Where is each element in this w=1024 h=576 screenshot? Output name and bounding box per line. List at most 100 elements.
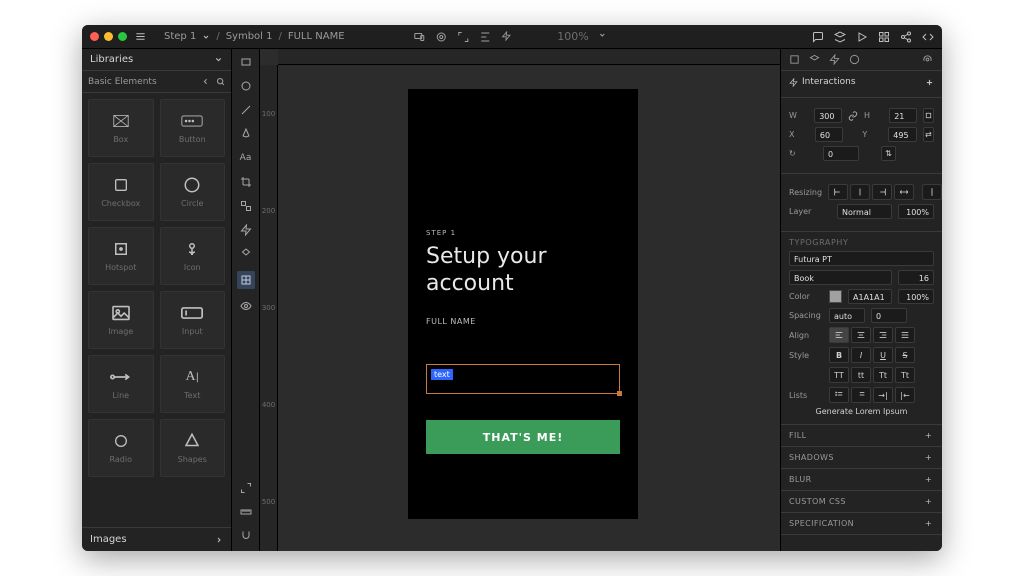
text-tool-icon[interactable]: Aa — [239, 151, 253, 165]
libraries-header[interactable]: Libraries — [82, 49, 231, 71]
line-tool-icon[interactable] — [239, 103, 253, 117]
breadcrumb-item-symbol[interactable]: Symbol 1 — [226, 31, 273, 42]
indent-icon[interactable]: →| — [873, 387, 893, 403]
uppercase-icon[interactable]: TT — [829, 367, 849, 383]
play-icon[interactable] — [856, 31, 868, 43]
animations-tab-icon[interactable] — [849, 54, 861, 66]
library-tile-checkbox[interactable]: Checkbox — [88, 163, 154, 221]
library-category-label[interactable]: Basic Elements — [88, 77, 157, 87]
breadcrumb-item-step[interactable]: Step 1 — [164, 31, 196, 42]
zoom-level[interactable]: 100% — [557, 30, 588, 43]
breadcrumb-item-element[interactable]: FULL NAME — [288, 31, 345, 42]
components-tool-icon[interactable] — [239, 247, 253, 261]
text-color-opacity[interactable]: 100% — [898, 289, 934, 304]
code-icon[interactable] — [922, 31, 934, 43]
bold-icon[interactable]: B — [829, 347, 849, 363]
artboard-selected-input[interactable]: text — [426, 364, 620, 394]
grid-icon[interactable] — [878, 31, 890, 43]
list-bullet-icon[interactable] — [829, 387, 849, 403]
chevron-down-icon[interactable] — [214, 55, 223, 64]
generate-lorem-button[interactable]: Generate Lorem Ipsum — [789, 407, 934, 416]
breadcrumb[interactable]: Step 1 / Symbol 1 / FULL NAME — [164, 31, 345, 42]
flip-horizontal-icon[interactable]: ⇅ — [881, 146, 896, 161]
library-tile-circle[interactable]: Circle — [160, 163, 226, 221]
pin-right-icon[interactable] — [872, 184, 892, 200]
add-icon[interactable]: + — [925, 519, 934, 528]
magnet-tool-icon[interactable] — [239, 529, 253, 543]
rotate-input[interactable]: 0 — [823, 146, 859, 161]
align-options-icon[interactable] — [479, 31, 491, 43]
text-color-hex[interactable]: A1A1A1 — [848, 289, 892, 304]
pin-center-icon[interactable] — [850, 184, 870, 200]
letter-spacing-input[interactable]: 0 — [871, 308, 907, 323]
add-icon[interactable]: + — [925, 475, 934, 484]
stretch-v-icon[interactable] — [922, 184, 942, 200]
menu-icon[interactable] — [135, 31, 146, 42]
chevron-down-icon[interactable] — [599, 31, 611, 43]
artboard[interactable]: STEP 1 Setup your account FULL NAME text… — [408, 89, 638, 519]
share-icon[interactable] — [900, 31, 912, 43]
height-input[interactable]: 21 — [889, 108, 917, 123]
layer-opacity-input[interactable]: 100% — [898, 204, 934, 219]
pen-tool-icon[interactable] — [239, 127, 253, 141]
images-panel-header[interactable]: Images — [82, 527, 231, 551]
library-tile-hotspot[interactable]: Hotspot — [88, 227, 154, 285]
library-tile-box[interactable]: Box — [88, 99, 154, 157]
outdent-icon[interactable]: |← — [895, 387, 915, 403]
specification-section-header[interactable]: SPECIFICATION+ — [781, 513, 942, 535]
link-icon[interactable] — [848, 111, 858, 121]
blend-mode-select[interactable]: Normal — [837, 204, 892, 219]
rectangle-tool-icon[interactable] — [239, 55, 253, 69]
ruler-tool-icon[interactable] — [239, 505, 253, 519]
capitalize-icon[interactable]: Tt — [873, 367, 893, 383]
library-tile-input[interactable]: Input — [160, 291, 226, 349]
library-tile-shapes[interactable]: Shapes — [160, 419, 226, 477]
add-icon[interactable] — [925, 78, 934, 87]
add-icon[interactable]: + — [925, 497, 934, 506]
lowercase-icon[interactable]: tt — [851, 367, 871, 383]
ellipse-tool-icon[interactable] — [239, 79, 253, 93]
font-family-select[interactable]: Futura PT — [789, 251, 934, 266]
width-input[interactable]: 300 — [814, 108, 842, 123]
comments-icon[interactable] — [812, 31, 824, 43]
list-numbered-icon[interactable] — [851, 387, 871, 403]
y-input[interactable]: 495 — [888, 127, 916, 142]
add-icon[interactable]: + — [925, 431, 934, 440]
window-minimize-icon[interactable] — [104, 32, 113, 41]
swap-icon[interactable]: ⇄ — [923, 127, 934, 142]
chevron-down-icon[interactable] — [202, 33, 210, 41]
bolt-tool-icon[interactable] — [239, 223, 253, 237]
stretch-h-icon[interactable] — [894, 184, 914, 200]
search-icon[interactable] — [216, 77, 225, 86]
eye-tool-icon[interactable] — [239, 299, 253, 313]
states-tool-icon[interactable] — [239, 199, 253, 213]
library-tile-icon[interactable]: Icon — [160, 227, 226, 285]
resize-icon[interactable] — [457, 31, 469, 43]
properties-tab-icon[interactable] — [789, 54, 801, 66]
shadows-section-header[interactable]: SHADOWS+ — [781, 447, 942, 469]
fill-section-header[interactable]: FILL+ — [781, 425, 942, 447]
underline-icon[interactable]: U — [873, 347, 893, 363]
x-input[interactable]: 60 — [815, 127, 843, 142]
case-none-icon[interactable]: Tt — [895, 367, 915, 383]
library-tile-radio[interactable]: Radio — [88, 419, 154, 477]
canvas[interactable]: 100 200 300 400 500 STEP 1 Setup your ac… — [260, 49, 780, 551]
lock-aspect-icon[interactable] — [923, 108, 934, 123]
library-tile-line[interactable]: Line — [88, 355, 154, 413]
strikethrough-icon[interactable]: S — [895, 347, 915, 363]
bolt-icon[interactable] — [501, 31, 513, 43]
custom-css-section-header[interactable]: CUSTOM CSS+ — [781, 491, 942, 513]
window-zoom-icon[interactable] — [118, 32, 127, 41]
pin-left-icon[interactable] — [828, 184, 848, 200]
devices-icon[interactable] — [413, 31, 425, 43]
align-left-icon[interactable] — [829, 327, 849, 343]
grid-tool-icon[interactable] — [237, 271, 255, 289]
font-weight-select[interactable]: Book — [789, 270, 892, 285]
line-height-input[interactable]: auto — [829, 308, 865, 323]
add-icon[interactable]: + — [925, 453, 934, 462]
layers-icon[interactable] — [834, 31, 846, 43]
expand-tool-icon[interactable] — [239, 481, 253, 495]
window-close-icon[interactable] — [90, 32, 99, 41]
library-tile-button[interactable]: Button — [160, 99, 226, 157]
blur-section-header[interactable]: BLUR+ — [781, 469, 942, 491]
